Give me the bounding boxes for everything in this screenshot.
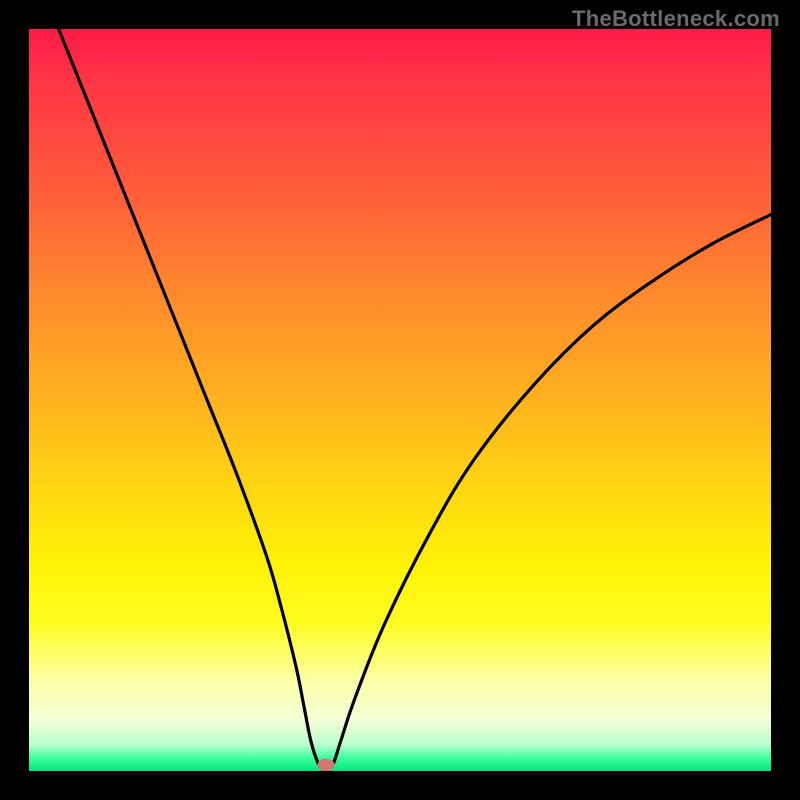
plot-area	[29, 29, 771, 771]
chart-container: TheBottleneck.com	[0, 0, 800, 800]
curve-layer	[29, 29, 771, 771]
optimum-marker	[317, 759, 334, 771]
bottleneck-curve	[59, 29, 771, 771]
watermark-text: TheBottleneck.com	[572, 6, 780, 32]
